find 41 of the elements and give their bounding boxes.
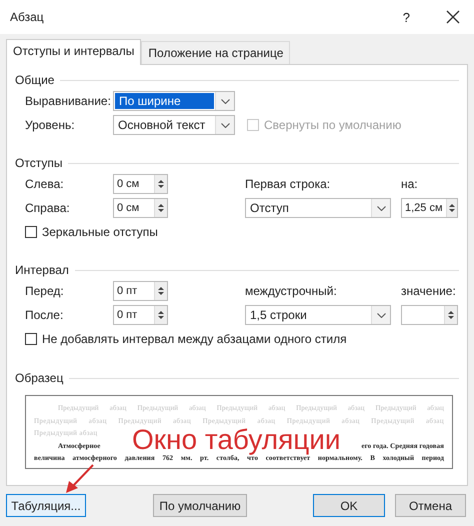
checkbox-label: Свернуты по умолчанию (264, 118, 402, 132)
group-title: Отступы (15, 156, 62, 170)
field-label: Слева: (25, 177, 65, 191)
annotation-arrow (64, 464, 94, 494)
field-label: Перед: (25, 284, 65, 298)
first-line-dropdown[interactable]: Отступ (245, 198, 391, 218)
checkbox[interactable] (25, 333, 37, 345)
close-icon[interactable] (446, 10, 460, 24)
chevron-icon (220, 122, 230, 128)
field-label: Справа: (25, 201, 71, 215)
field-label: значение: (401, 284, 457, 298)
field-label: После: (25, 308, 64, 322)
group-title: Образец (15, 371, 64, 385)
window-title: Абзац (10, 10, 45, 24)
field-label: на: (401, 177, 419, 191)
checkbox-label: Зеркальные отступы (42, 225, 158, 239)
chevron-icon (376, 206, 386, 210)
dropdown-value: По ширине (115, 93, 214, 109)
dropdown-value: 1,5 строки (249, 307, 308, 324)
chevron-icon (220, 98, 230, 104)
dialog-button[interactable]: Отмена (395, 494, 466, 517)
field-label: Выравнивание: (25, 94, 112, 108)
alignment-dropdown[interactable]: По ширине (113, 91, 235, 111)
field-label: междустрочный: (245, 284, 338, 298)
dialog-button[interactable]: OK (313, 494, 385, 517)
field-label: Уровень: (25, 118, 76, 132)
checkbox[interactable] (25, 226, 37, 238)
dropdown-value: Основной текст (117, 117, 206, 134)
group-title: Интервал (15, 263, 69, 277)
dropdown-value: Отступ (249, 200, 290, 217)
line-spacing-dropdown[interactable]: 1,5 строки (245, 305, 391, 325)
tab[interactable]: Отступы и интервалы (6, 39, 142, 65)
field-label: Первая строка: (245, 177, 332, 191)
level-dropdown[interactable]: Основной текст (113, 115, 235, 135)
group-title: Общие (15, 73, 54, 87)
tab[interactable]: Положение на странице (141, 41, 290, 64)
help-button[interactable]: ? (402, 10, 410, 24)
checkbox-label: Не добавлять интервал между абзацами одного стиля (42, 332, 347, 346)
chevron-icon (376, 312, 386, 318)
dialog-button[interactable]: Табуляция... (6, 494, 86, 517)
dialog-button[interactable]: По умолчанию (153, 494, 247, 517)
